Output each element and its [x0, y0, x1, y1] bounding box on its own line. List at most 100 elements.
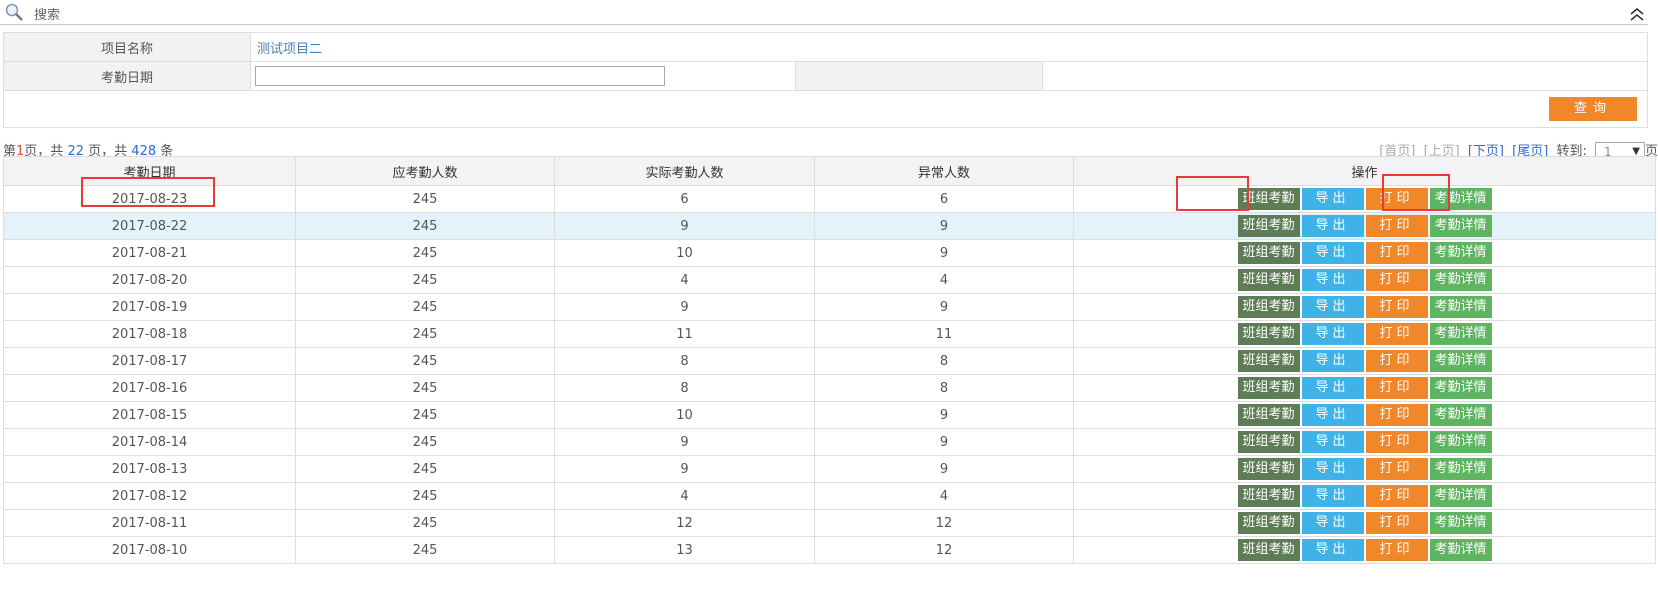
print-button[interactable]: 打印: [1365, 350, 1428, 372]
attendance-date-input[interactable]: [255, 66, 665, 86]
table-row[interactable]: 2017-08-13 245 9 9 班组考勤 导出 打印 考勤详情: [3, 455, 1656, 483]
attendance-detail-button[interactable]: 考勤详情: [1429, 323, 1492, 345]
actions-cell: 班组考勤 导出 打印 考勤详情: [1073, 536, 1656, 564]
export-button[interactable]: 导出: [1301, 215, 1364, 237]
actions-cell: 班组考勤 导出 打印 考勤详情: [1073, 509, 1656, 537]
table-row[interactable]: 2017-08-18 245 11 11 班组考勤 导出 打印 考勤详情: [3, 320, 1656, 348]
attendance-detail-button[interactable]: 考勤详情: [1429, 485, 1492, 507]
group-attendance-button[interactable]: 班组考勤: [1237, 539, 1300, 561]
table-row[interactable]: 2017-08-19 245 9 9 班组考勤 导出 打印 考勤详情: [3, 293, 1656, 321]
print-button[interactable]: 打印: [1365, 404, 1428, 426]
actions-cell: 班组考勤 导出 打印 考勤详情: [1073, 455, 1656, 483]
attendance-date-label: 考勤日期: [3, 61, 251, 91]
attendance-detail-button[interactable]: 考勤详情: [1429, 539, 1492, 561]
print-button[interactable]: 打印: [1365, 485, 1428, 507]
actions-cell: 班组考勤 导出 打印 考勤详情: [1073, 320, 1656, 348]
actual-count-cell: 10: [554, 239, 815, 267]
col-expected-header[interactable]: 应考勤人数: [295, 156, 555, 186]
group-attendance-button[interactable]: 班组考勤: [1237, 350, 1300, 372]
group-attendance-button[interactable]: 班组考勤: [1237, 485, 1300, 507]
export-button[interactable]: 导出: [1301, 296, 1364, 318]
group-attendance-button[interactable]: 班组考勤: [1237, 377, 1300, 399]
date-cell: 2017-08-10: [3, 536, 296, 564]
print-button[interactable]: 打印: [1365, 539, 1428, 561]
col-date-header[interactable]: 考勤日期: [3, 156, 296, 186]
table-row[interactable]: 2017-08-21 245 10 9 班组考勤 导出 打印 考勤详情: [3, 239, 1656, 267]
table-row[interactable]: 2017-08-20 245 4 4 班组考勤 导出 打印 考勤详情: [3, 266, 1656, 294]
attendance-detail-button[interactable]: 考勤详情: [1429, 431, 1492, 453]
actual-count-cell: 10: [554, 401, 815, 429]
attendance-detail-button[interactable]: 考勤详情: [1429, 269, 1492, 291]
print-button[interactable]: 打印: [1365, 188, 1428, 210]
group-attendance-button[interactable]: 班组考勤: [1237, 323, 1300, 345]
group-attendance-button[interactable]: 班组考勤: [1237, 431, 1300, 453]
print-button[interactable]: 打印: [1365, 512, 1428, 534]
table-row[interactable]: 2017-08-15 245 10 9 班组考勤 导出 打印 考勤详情: [3, 401, 1656, 429]
date-cell: 2017-08-15: [3, 401, 296, 429]
project-name-value: 测试项目二: [250, 32, 1648, 62]
export-button[interactable]: 导出: [1301, 485, 1364, 507]
print-button[interactable]: 打印: [1365, 269, 1428, 291]
attendance-detail-button[interactable]: 考勤详情: [1429, 458, 1492, 480]
table-row[interactable]: 2017-08-23 245 6 6 班组考勤 导出 打印 考勤详情: [3, 185, 1656, 213]
group-attendance-button[interactable]: 班组考勤: [1237, 404, 1300, 426]
export-button[interactable]: 导出: [1301, 431, 1364, 453]
group-attendance-button[interactable]: 班组考勤: [1237, 242, 1300, 264]
group-attendance-button[interactable]: 班组考勤: [1237, 458, 1300, 480]
attendance-detail-button[interactable]: 考勤详情: [1429, 215, 1492, 237]
print-button[interactable]: 打印: [1365, 242, 1428, 264]
export-button[interactable]: 导出: [1301, 377, 1364, 399]
table-row[interactable]: 2017-08-11 245 12 12 班组考勤 导出 打印 考勤详情: [3, 509, 1656, 537]
table-row[interactable]: 2017-08-10 245 13 12 班组考勤 导出 打印 考勤详情: [3, 536, 1656, 564]
actual-count-cell: 9: [554, 455, 815, 483]
group-attendance-button[interactable]: 班组考勤: [1237, 215, 1300, 237]
export-button[interactable]: 导出: [1301, 269, 1364, 291]
group-attendance-button[interactable]: 班组考勤: [1237, 188, 1300, 210]
table-row[interactable]: 2017-08-16 245 8 8 班组考勤 导出 打印 考勤详情: [3, 374, 1656, 402]
table-header-row: 考勤日期 应考勤人数 实际考勤人数 异常人数 操作: [3, 156, 1656, 186]
export-button[interactable]: 导出: [1301, 458, 1364, 480]
expected-count-cell: 245: [295, 482, 555, 510]
actions-cell: 班组考勤 导出 打印 考勤详情: [1073, 428, 1656, 456]
actions-cell: 班组考勤 导出 打印 考勤详情: [1073, 293, 1656, 321]
print-button[interactable]: 打印: [1365, 431, 1428, 453]
print-button[interactable]: 打印: [1365, 296, 1428, 318]
expected-count-cell: 245: [295, 455, 555, 483]
group-attendance-button[interactable]: 班组考勤: [1237, 269, 1300, 291]
double-chevron-up-icon[interactable]: [1628, 6, 1646, 22]
actual-count-cell: 11: [554, 320, 815, 348]
actual-count-cell: 9: [554, 293, 815, 321]
print-button[interactable]: 打印: [1365, 215, 1428, 237]
attendance-detail-button[interactable]: 考勤详情: [1429, 350, 1492, 372]
export-button[interactable]: 导出: [1301, 188, 1364, 210]
expected-count-cell: 245: [295, 536, 555, 564]
table-row[interactable]: 2017-08-22 245 9 9 班组考勤 导出 打印 考勤详情: [3, 212, 1656, 240]
search-form: 项目名称 测试项目二 考勤日期 查询: [3, 32, 1648, 128]
export-button[interactable]: 导出: [1301, 242, 1364, 264]
attendance-detail-button[interactable]: 考勤详情: [1429, 242, 1492, 264]
attendance-detail-button[interactable]: 考勤详情: [1429, 377, 1492, 399]
table-row[interactable]: 2017-08-12 245 4 4 班组考勤 导出 打印 考勤详情: [3, 482, 1656, 510]
col-actual-header[interactable]: 实际考勤人数: [554, 156, 815, 186]
print-button[interactable]: 打印: [1365, 458, 1428, 480]
attendance-detail-button[interactable]: 考勤详情: [1429, 188, 1492, 210]
export-button[interactable]: 导出: [1301, 350, 1364, 372]
attendance-detail-button[interactable]: 考勤详情: [1429, 296, 1492, 318]
print-button[interactable]: 打印: [1365, 323, 1428, 345]
group-attendance-button[interactable]: 班组考勤: [1237, 296, 1300, 318]
col-abnormal-header[interactable]: 异常人数: [814, 156, 1074, 186]
table-row[interactable]: 2017-08-17 245 8 8 班组考勤 导出 打印 考勤详情: [3, 347, 1656, 375]
date-cell: 2017-08-17: [3, 347, 296, 375]
attendance-detail-button[interactable]: 考勤详情: [1429, 512, 1492, 534]
abnormal-count-cell: 8: [814, 347, 1074, 375]
export-button[interactable]: 导出: [1301, 539, 1364, 561]
print-button[interactable]: 打印: [1365, 377, 1428, 399]
group-attendance-button[interactable]: 班组考勤: [1237, 512, 1300, 534]
attendance-detail-button[interactable]: 考勤详情: [1429, 404, 1492, 426]
table-row[interactable]: 2017-08-14 245 9 9 班组考勤 导出 打印 考勤详情: [3, 428, 1656, 456]
export-button[interactable]: 导出: [1301, 404, 1364, 426]
export-button[interactable]: 导出: [1301, 512, 1364, 534]
export-button[interactable]: 导出: [1301, 323, 1364, 345]
actual-count-cell: 4: [554, 482, 815, 510]
query-button[interactable]: 查询: [1549, 97, 1637, 121]
